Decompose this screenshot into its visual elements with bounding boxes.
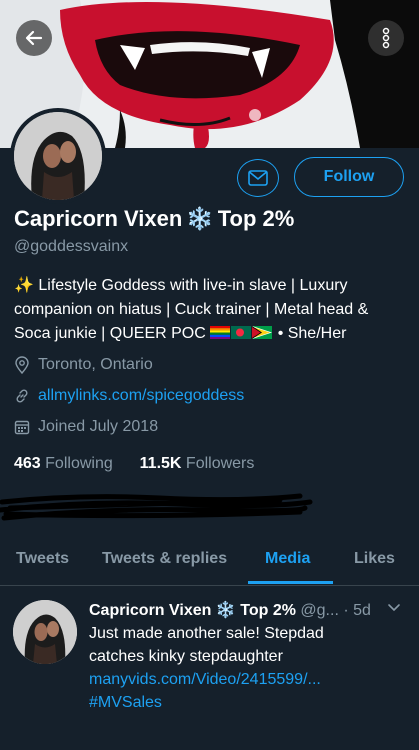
tweet-avatar[interactable] — [13, 600, 77, 664]
tweet-link[interactable]: manyvids.com/Video/2415599/... — [89, 668, 401, 691]
profile-location: Toronto, Ontario — [14, 356, 153, 374]
calendar-icon — [14, 420, 30, 435]
bio-line-3: Soca junkie | QUEER POC — [14, 325, 206, 342]
snowflake-icon: ❄️ — [215, 602, 236, 619]
arrow-left-icon — [25, 30, 43, 46]
tweet-author-handle: @g... — [300, 602, 339, 619]
profile-name: Capricorn Vixen ❄️ Top 2% — [14, 206, 294, 232]
profile-bio: ✨ Lifestyle Goddess with live-in slave |… — [14, 274, 409, 346]
following-count: 463 — [14, 455, 41, 472]
profile-handle: @goddessvainx — [14, 238, 129, 255]
following-label: Following — [45, 455, 113, 472]
profile-joined: Joined July 2018 — [14, 418, 158, 436]
guyana-flag-icon — [252, 326, 273, 339]
website-link[interactable]: allmylinks.com/spicegoddess — [38, 387, 244, 405]
bio-line-1: Lifestyle Goddess with live-in slave | L… — [38, 277, 348, 294]
rainbow-flag-icon — [210, 326, 231, 339]
more-options-button[interactable] — [368, 20, 404, 56]
followers-stat[interactable]: 11.5K Followers — [140, 455, 255, 472]
envelope-icon — [248, 170, 268, 186]
sparkle-icon: ✨ — [14, 277, 34, 294]
location-text: Toronto, Ontario — [38, 356, 153, 373]
tweet-author-suffix: Top 2% — [240, 602, 296, 619]
followers-count: 11.5K — [139, 455, 182, 472]
tab-media[interactable]: Media — [265, 550, 310, 568]
tab-tweets[interactable]: Tweets — [16, 550, 69, 568]
tweet-timestamp: · 5d — [343, 602, 371, 619]
vertical-dots-icon — [382, 27, 390, 49]
bangladesh-flag-icon — [231, 326, 252, 339]
tweet-author-name[interactable]: Capricorn Vixen — [89, 602, 211, 619]
active-tab-indicator — [248, 581, 333, 584]
follow-button[interactable]: Follow — [294, 157, 404, 197]
profile-website[interactable]: allmylinks.com/spicegoddess — [14, 387, 244, 405]
tweet-hashtag[interactable]: #MVSales — [89, 691, 401, 714]
tab-tweets-replies[interactable]: Tweets & replies — [102, 550, 227, 568]
profile-tabs: Tweets Tweets & replies Media Likes — [0, 540, 419, 586]
tweet-line-2: catches kinky stepdaughter — [89, 648, 283, 665]
followers-label: Followers — [185, 455, 255, 472]
display-name: Capricorn Vixen — [14, 206, 183, 231]
tweet-header: Capricorn Vixen ❄️ Top 2% @g... · 5d — [89, 600, 371, 620]
redaction-scribble — [0, 493, 313, 521]
chevron-down-icon[interactable] — [386, 600, 402, 616]
name-suffix: Top 2% — [217, 206, 295, 231]
back-button[interactable] — [16, 20, 52, 56]
location-pin-icon — [15, 356, 29, 374]
profile-stats: 463 Following 11.5K Followers — [14, 455, 254, 473]
tweet-line-1: Just made another sale! Stepdad — [89, 625, 324, 642]
bio-pronouns: • She/Her — [277, 325, 347, 342]
tab-likes[interactable]: Likes — [354, 550, 395, 568]
profile-avatar[interactable] — [10, 108, 106, 204]
following-stat[interactable]: 463 Following — [14, 455, 113, 472]
link-icon — [16, 389, 28, 403]
tweet-body: Just made another sale! Stepdad catches … — [89, 622, 401, 714]
snowflake-icon: ❄️ — [186, 206, 214, 231]
joined-text: Joined July 2018 — [38, 418, 159, 435]
message-button[interactable] — [237, 159, 279, 197]
bio-line-2: companion on hiatus | Cuck trainer | Met… — [14, 301, 369, 318]
